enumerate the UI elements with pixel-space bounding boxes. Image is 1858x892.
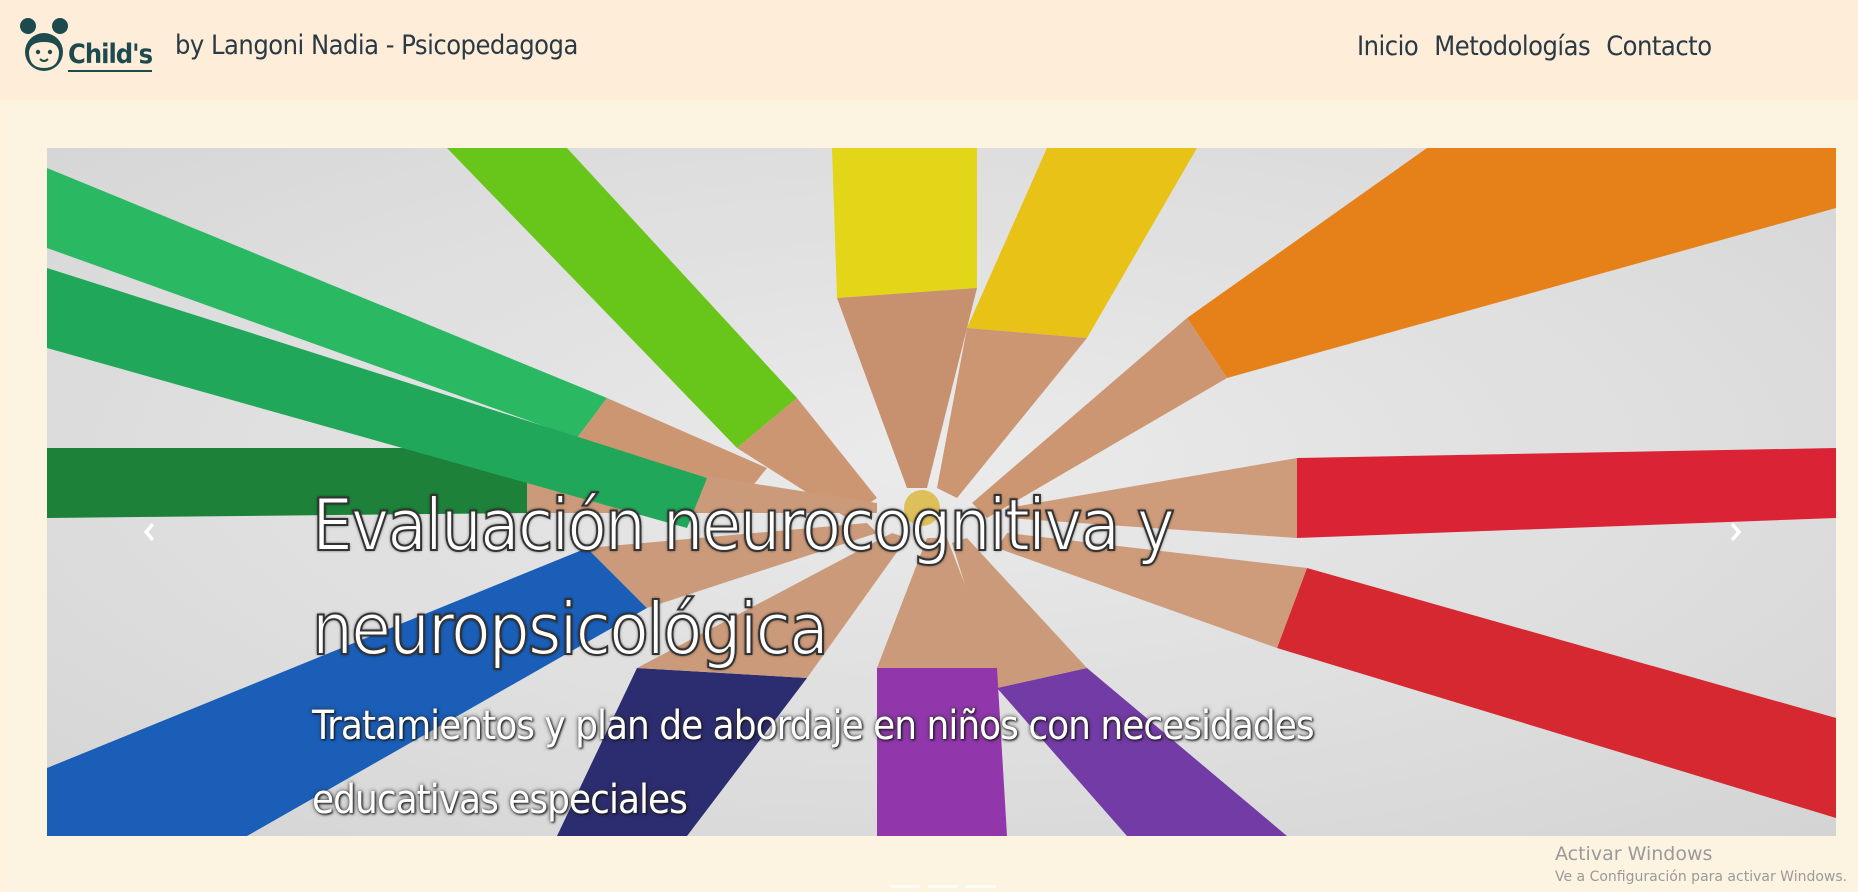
carousel-indicators <box>890 885 996 888</box>
chevron-left-icon <box>143 522 155 542</box>
chevron-right-icon <box>1730 522 1742 542</box>
girl-face-icon <box>20 18 68 71</box>
carousel-indicator[interactable] <box>890 885 920 888</box>
carousel-prev-button[interactable] <box>134 512 164 552</box>
windows-activation-watermark: Activar Windows Ve a Configuración para … <box>1555 843 1847 885</box>
nav-inicio-link[interactable]: Inicio <box>1357 31 1419 62</box>
carousel-indicator[interactable] <box>966 885 996 888</box>
brand-name: Child's <box>68 39 153 72</box>
watermark-title: Activar Windows <box>1555 843 1713 865</box>
carousel-next-button[interactable] <box>1721 512 1751 552</box>
nav-metodologias-link[interactable]: Metodologías <box>1434 31 1590 62</box>
site-header: Child's by Langoni Nadia - Psicopedagoga… <box>0 0 1858 100</box>
carousel-indicator[interactable] <box>928 885 958 888</box>
hero-carousel: Evaluación neurocognitiva y neuropsicoló… <box>47 148 1836 836</box>
watermark-subtitle: Ve a Configuración para activar Windows. <box>1555 869 1848 885</box>
nav-contacto-link[interactable]: Contacto <box>1606 31 1712 62</box>
carousel-caption: Evaluación neurocognitiva y neuropsicoló… <box>311 473 1512 836</box>
brand-logo-link[interactable]: Child's <box>18 14 153 74</box>
site-byline: by Langoni Nadia - Psicopedagoga <box>175 30 578 61</box>
main-nav: Inicio Metodologías Contacto <box>1357 31 1712 62</box>
carousel-title: Evaluación neurocognitiva y neuropsicoló… <box>311 482 1176 672</box>
carousel-subtitle: Tratamientos y plan de abordaje en niños… <box>312 703 1315 823</box>
